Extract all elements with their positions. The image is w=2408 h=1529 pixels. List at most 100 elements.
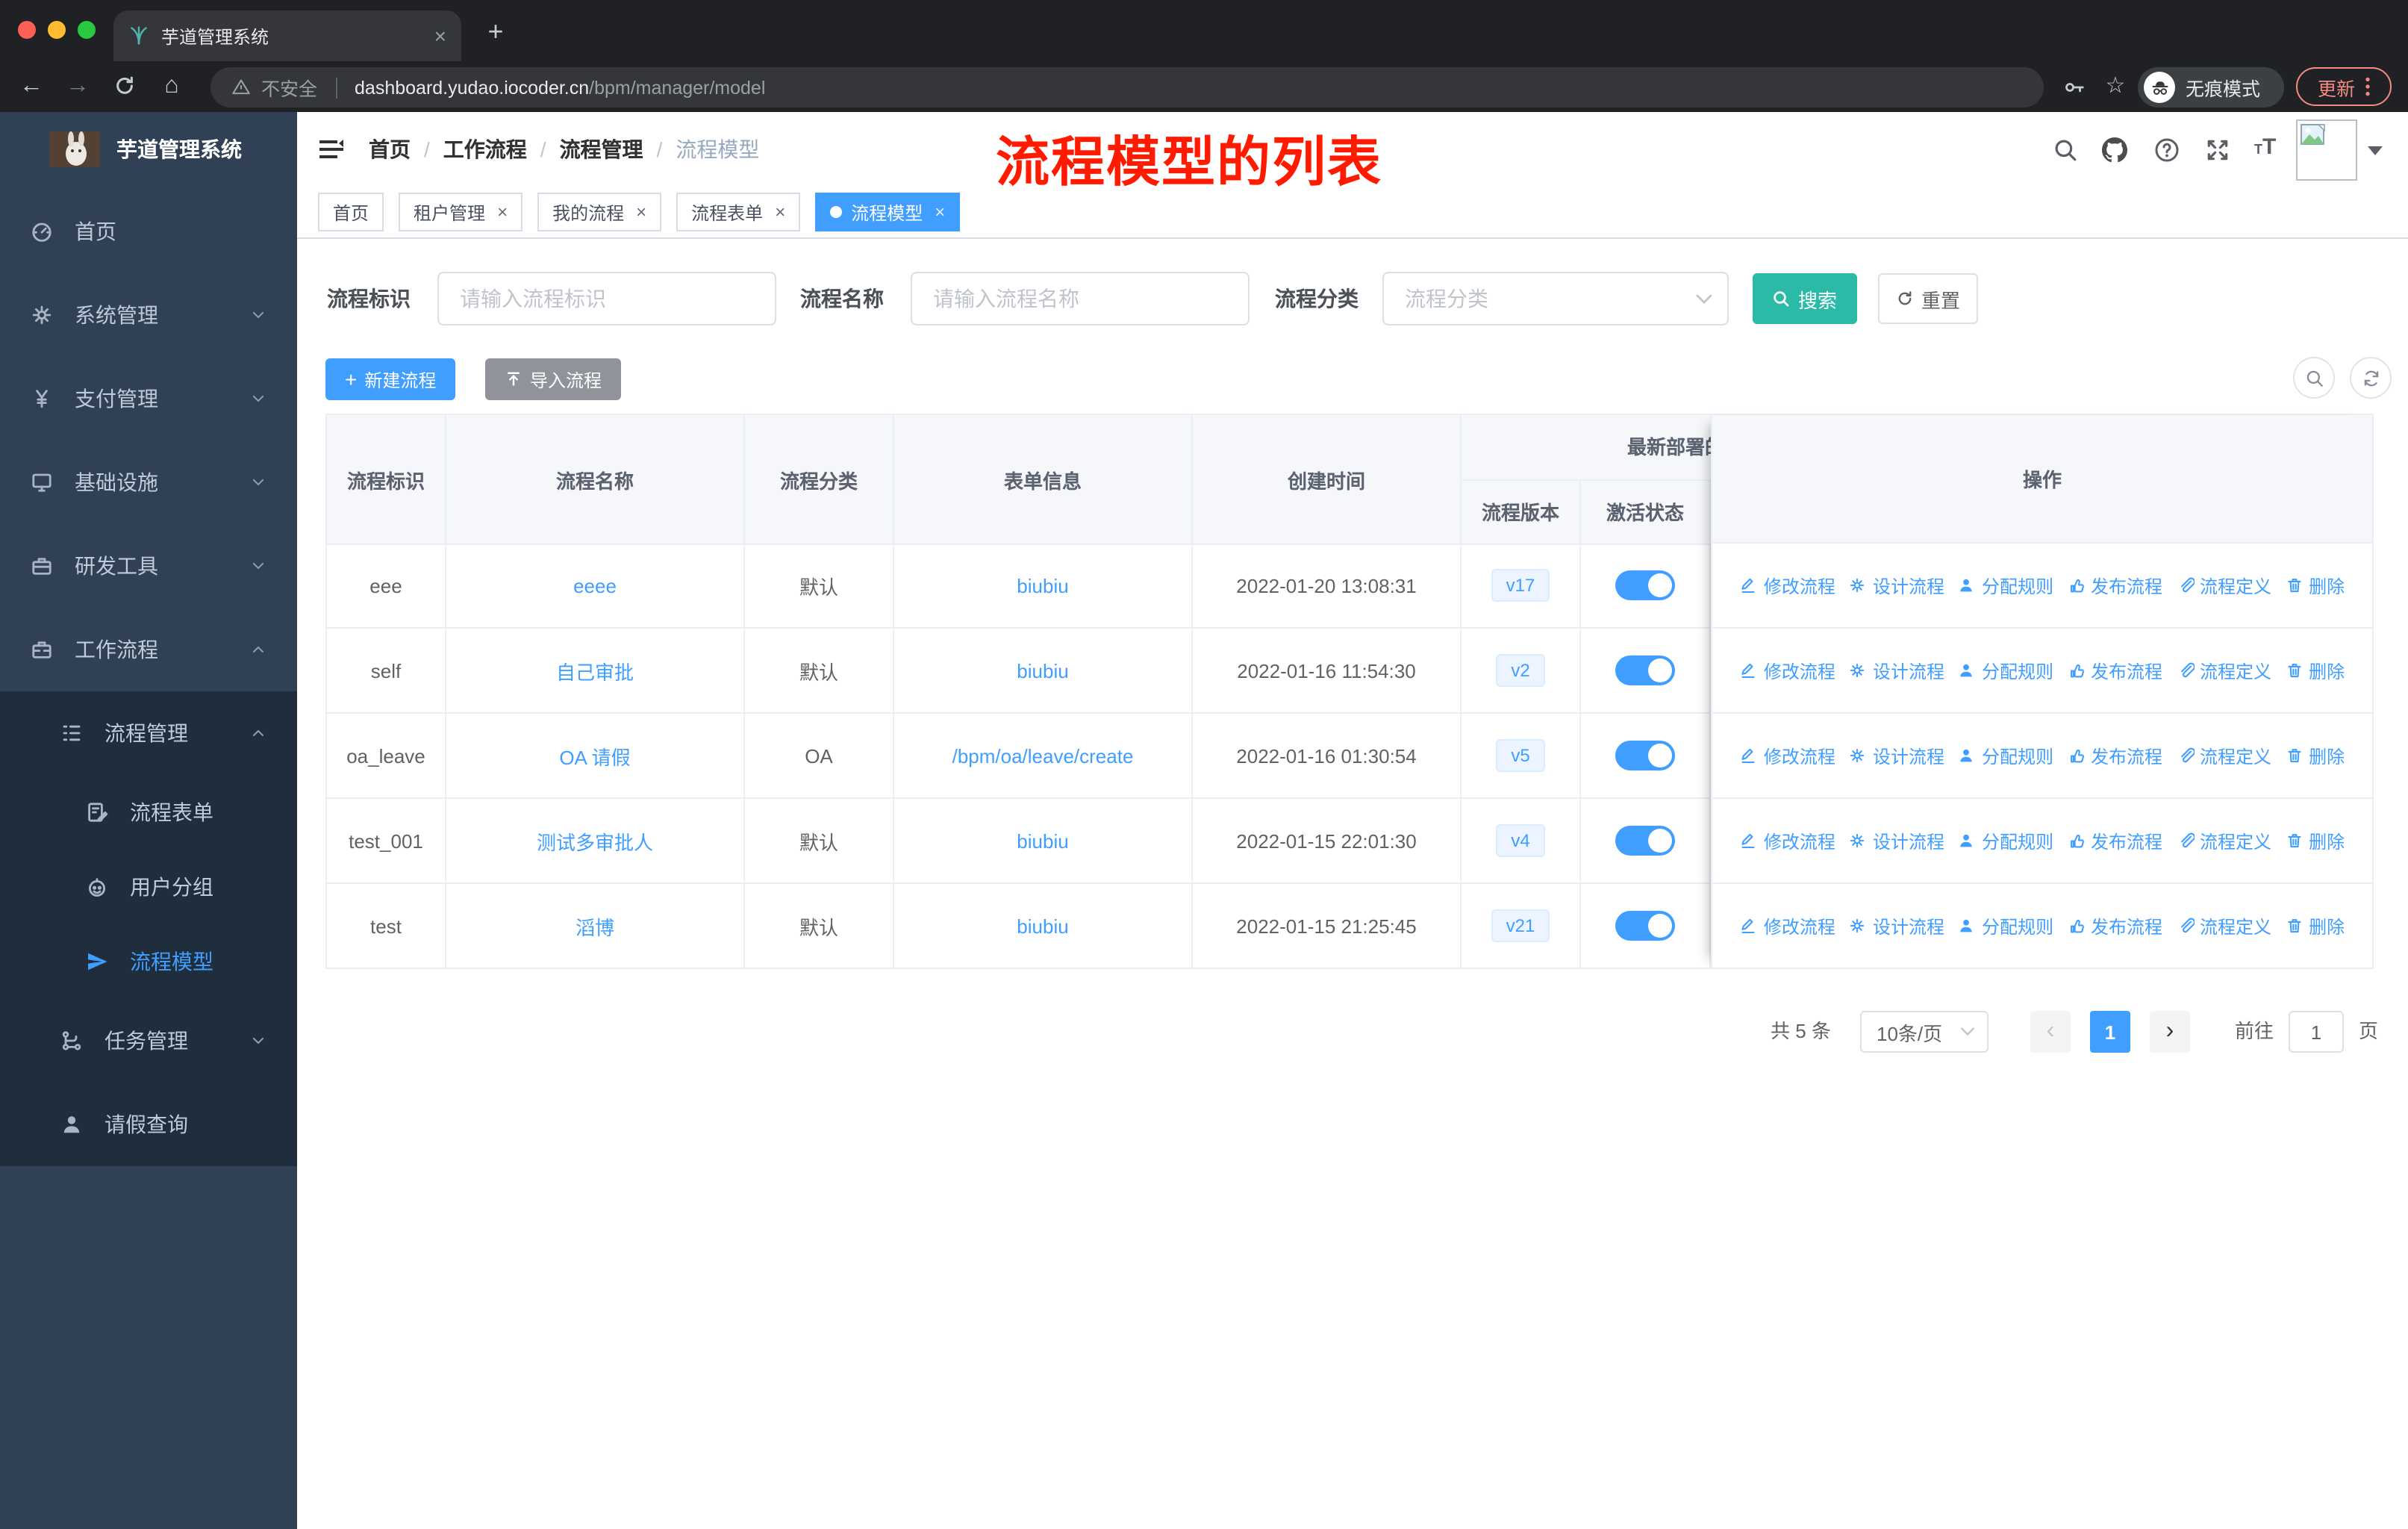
sidebar-item-支付管理[interactable]: 支付管理 (0, 357, 297, 440)
prev-page-button[interactable]: ‹ (2030, 1011, 2071, 1053)
action-发布流程[interactable]: 发布流程 (2067, 913, 2162, 938)
action-发布流程[interactable]: 发布流程 (2067, 658, 2162, 683)
create-process-button[interactable]: + 新建流程 (325, 358, 456, 400)
breadcrumb-item[interactable]: 工作流程 (443, 134, 527, 164)
status-toggle[interactable] (1615, 570, 1675, 600)
action-设计流程[interactable]: 设计流程 (1849, 828, 1944, 853)
action-设计流程[interactable]: 设计流程 (1849, 913, 1944, 938)
form-link[interactable]: biubiu (1017, 829, 1068, 852)
user-avatar[interactable] (2296, 119, 2357, 181)
reset-button[interactable]: 重置 (1878, 273, 1978, 324)
fullscreen-icon[interactable] (2205, 137, 2230, 163)
font-size-icon[interactable]: TT (2254, 134, 2276, 161)
tag-流程模型[interactable]: 流程模型 × (815, 193, 961, 231)
name-link[interactable]: OA 请假 (559, 741, 630, 770)
goto-page-input[interactable] (2289, 1011, 2344, 1053)
home-icon[interactable]: ⌂ (152, 67, 191, 106)
name-link[interactable]: 测试多审批人 (537, 826, 653, 855)
form-link[interactable]: biubiu (1017, 574, 1068, 597)
tag-流程表单[interactable]: 流程表单 × (676, 193, 801, 231)
forward-icon[interactable]: → (58, 67, 97, 106)
action-删除[interactable]: 删除 (2285, 743, 2345, 768)
sidebar-item-用户分组[interactable]: 用户分组 (0, 850, 297, 924)
version-badge[interactable]: v21 (1491, 909, 1550, 942)
tag-close-icon[interactable]: × (497, 202, 508, 222)
tag-我的流程[interactable]: 我的流程 × (537, 193, 662, 231)
new-tab-button[interactable]: + (478, 13, 514, 49)
form-link[interactable]: /bpm/oa/leave/create (952, 744, 1134, 767)
key-icon[interactable] (2054, 67, 2093, 99)
table-refresh-button[interactable] (2350, 357, 2392, 399)
tag-close-icon[interactable]: × (775, 202, 785, 222)
sidebar-item-请假查询[interactable]: 请假查询 (0, 1083, 297, 1166)
avatar-caret-icon[interactable] (2368, 146, 2383, 155)
reload-icon[interactable] (105, 67, 143, 97)
tab-close-icon[interactable]: × (434, 24, 446, 48)
search-button[interactable]: 搜索 (1753, 273, 1857, 324)
action-流程定义[interactable]: 流程定义 (2176, 658, 2271, 683)
action-修改流程[interactable]: 修改流程 (1740, 573, 1835, 598)
action-流程定义[interactable]: 流程定义 (2176, 913, 2271, 938)
tag-close-icon[interactable]: × (636, 202, 646, 222)
action-流程定义[interactable]: 流程定义 (2176, 828, 2271, 853)
search-icon[interactable] (2053, 137, 2078, 163)
action-修改流程[interactable]: 修改流程 (1740, 743, 1835, 768)
sidebar-item-基础设施[interactable]: 基础设施 (0, 440, 297, 524)
sidebar-item-系统管理[interactable]: 系统管理 (0, 273, 297, 357)
current-page-button[interactable]: 1 (2090, 1011, 2130, 1053)
window-minimize-button[interactable] (48, 21, 66, 39)
status-toggle[interactable] (1615, 741, 1675, 770)
status-toggle[interactable] (1615, 655, 1675, 685)
bookmark-star-icon[interactable]: ☆ (2096, 67, 2135, 106)
status-toggle[interactable] (1615, 911, 1675, 941)
version-badge[interactable]: v4 (1496, 824, 1545, 857)
form-link[interactable]: biubiu (1017, 915, 1068, 937)
action-分配规则[interactable]: 分配规则 (1958, 573, 2053, 598)
import-process-button[interactable]: 导入流程 (485, 358, 622, 400)
action-删除[interactable]: 删除 (2285, 573, 2345, 598)
action-修改流程[interactable]: 修改流程 (1740, 828, 1835, 853)
action-删除[interactable]: 删除 (2285, 658, 2345, 683)
page-size-select[interactable]: 10条/页 (1860, 1011, 1989, 1053)
sidebar-item-流程模型[interactable]: 流程模型 (0, 924, 297, 999)
action-设计流程[interactable]: 设计流程 (1849, 658, 1944, 683)
tag-close-icon[interactable]: × (935, 202, 945, 222)
breadcrumb-item[interactable]: 首页 (369, 134, 411, 164)
action-分配规则[interactable]: 分配规则 (1958, 828, 2053, 853)
action-发布流程[interactable]: 发布流程 (2067, 828, 2162, 853)
action-删除[interactable]: 删除 (2285, 913, 2345, 938)
version-badge[interactable]: v5 (1496, 739, 1545, 772)
help-icon[interactable] (2154, 137, 2180, 163)
action-修改流程[interactable]: 修改流程 (1740, 658, 1835, 683)
filter-key-input[interactable] (437, 272, 776, 326)
name-link[interactable]: 滔博 (576, 912, 614, 940)
back-icon[interactable]: ← (12, 67, 51, 106)
next-page-button[interactable]: › (2150, 1011, 2190, 1053)
breadcrumb-item[interactable]: 流程管理 (560, 134, 643, 164)
version-badge[interactable]: v17 (1491, 569, 1550, 602)
name-link[interactable]: 自己审批 (556, 656, 634, 685)
table-search-toggle-button[interactable] (2293, 357, 2335, 399)
tag-首页[interactable]: 首页 (318, 193, 384, 231)
sidebar-item-研发工具[interactable]: 研发工具 (0, 524, 297, 608)
form-link[interactable]: biubiu (1017, 659, 1068, 682)
action-流程定义[interactable]: 流程定义 (2176, 573, 2271, 598)
action-设计流程[interactable]: 设计流程 (1849, 743, 1944, 768)
browser-update-button[interactable]: 更新 (2296, 67, 2392, 106)
action-修改流程[interactable]: 修改流程 (1740, 913, 1835, 938)
action-分配规则[interactable]: 分配规则 (1958, 913, 2053, 938)
sidebar-item-任务管理[interactable]: 任务管理 (0, 999, 297, 1083)
action-流程定义[interactable]: 流程定义 (2176, 743, 2271, 768)
action-发布流程[interactable]: 发布流程 (2067, 743, 2162, 768)
action-分配规则[interactable]: 分配规则 (1958, 658, 2053, 683)
status-toggle[interactable] (1615, 826, 1675, 856)
filter-name-input[interactable] (911, 272, 1250, 326)
sidebar-item-首页[interactable]: 首页 (0, 190, 297, 273)
action-发布流程[interactable]: 发布流程 (2067, 573, 2162, 598)
name-link[interactable]: eeee (573, 574, 617, 597)
sidebar-item-流程管理[interactable]: 流程管理 (0, 691, 297, 775)
browser-tab[interactable]: 芋道管理系统 × (113, 10, 461, 61)
window-close-button[interactable] (18, 21, 36, 39)
action-删除[interactable]: 删除 (2285, 828, 2345, 853)
window-zoom-button[interactable] (78, 21, 96, 39)
